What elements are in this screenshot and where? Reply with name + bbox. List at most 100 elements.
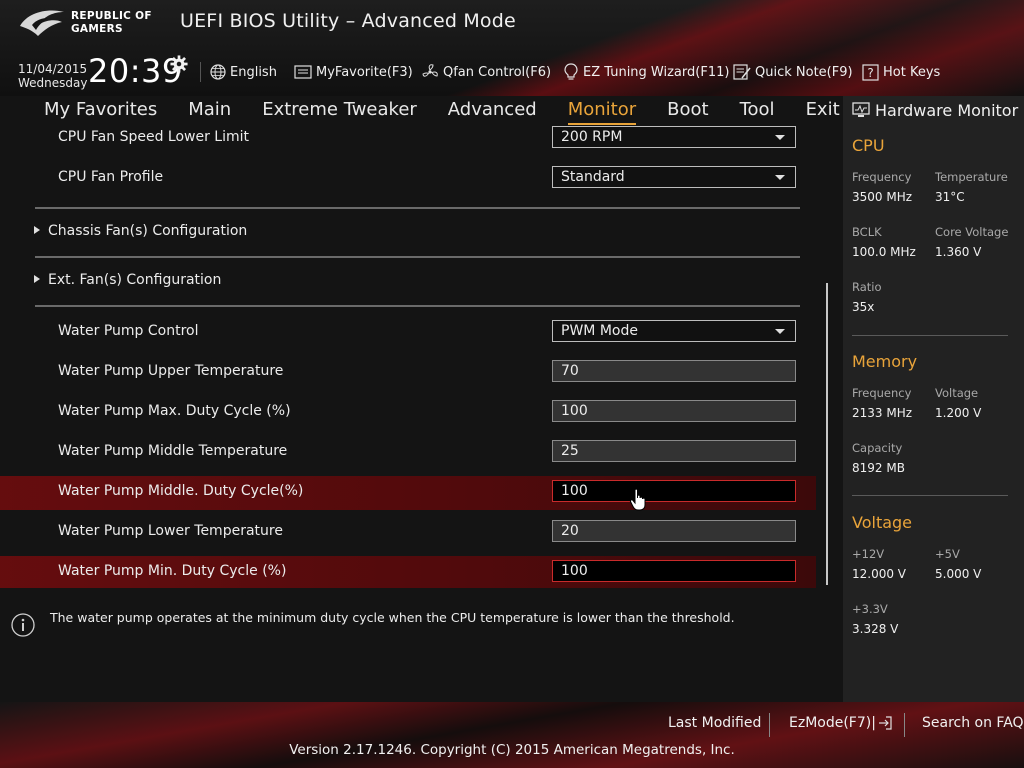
bclk-label: BCLK bbox=[852, 225, 882, 239]
hardware-monitor-panel: Hardware Monitor CPU Frequency Temperatu… bbox=[843, 96, 1024, 702]
header-bar: REPUBLIC OF GAMERS UEFI BIOS Utility – A… bbox=[0, 0, 1024, 96]
core-voltage-label: Core Voltage bbox=[935, 225, 1009, 239]
memory-voltage-label: Voltage bbox=[935, 386, 979, 400]
footer-bar: Last Modified EzMode(F7)| Search on FAQ … bbox=[0, 702, 1024, 768]
v33-label: +3.3V bbox=[852, 602, 888, 616]
date-display: 11/04/2015 Wednesday bbox=[18, 62, 87, 90]
note-icon bbox=[733, 64, 751, 80]
tab-advanced[interactable]: Advanced bbox=[448, 99, 537, 125]
tab-my-favorites[interactable]: My Favorites bbox=[44, 99, 157, 125]
chevron-down-icon bbox=[775, 175, 785, 180]
tab-boot[interactable]: Boot bbox=[667, 99, 708, 125]
hot-keys-button[interactable]: ? Hot Keys bbox=[862, 62, 940, 82]
cpu-frequency-label: Frequency bbox=[852, 170, 912, 184]
bclk-value: 100.0 MHz bbox=[852, 245, 916, 259]
water-pump-upper-temperature-input[interactable]: 70 bbox=[552, 360, 796, 382]
water-pump-min-duty-cycle-input[interactable]: 100 bbox=[552, 560, 796, 582]
ratio-label: Ratio bbox=[852, 280, 882, 294]
setting-row-water-pump-max-duty-cycle: Water Pump Max. Duty Cycle (%) 100 bbox=[0, 396, 816, 430]
submenu-label: Ext. Fan(s) Configuration bbox=[48, 272, 222, 288]
toolbar-divider bbox=[200, 62, 201, 82]
content-scrollbar[interactable] bbox=[826, 283, 828, 585]
ext-fan-configuration-link[interactable]: Ext. Fan(s) Configuration bbox=[34, 272, 221, 292]
tab-main[interactable]: Main bbox=[188, 99, 231, 125]
memory-section-heading: Memory bbox=[852, 352, 918, 371]
setting-row-cpu-fan-speed-lower-limit: CPU Fan Speed Lower Limit 200 RPM bbox=[0, 126, 816, 156]
setting-row-water-pump-min-duty-cycle: Water Pump Min. Duty Cycle (%) 100 bbox=[0, 556, 816, 588]
v5-label: +5V bbox=[935, 547, 960, 561]
gear-icon[interactable] bbox=[170, 55, 188, 73]
tab-extreme-tweaker[interactable]: Extreme Tweaker bbox=[262, 99, 417, 125]
setting-label: Water Pump Control bbox=[58, 323, 199, 339]
section-divider bbox=[35, 256, 800, 258]
memory-frequency-label: Frequency bbox=[852, 386, 912, 400]
tab-tool[interactable]: Tool bbox=[740, 99, 775, 125]
setting-label: Water Pump Min. Duty Cycle (%) bbox=[58, 563, 287, 579]
water-pump-control-select[interactable]: PWM Mode bbox=[552, 320, 796, 342]
v12-label: +12V bbox=[852, 547, 885, 561]
cpu-frequency-value: 3500 MHz bbox=[852, 190, 913, 204]
setting-label: Water Pump Middle Temperature bbox=[58, 443, 288, 459]
cpu-temperature-label: Temperature bbox=[935, 170, 1008, 184]
footer-divider bbox=[769, 713, 770, 737]
cpu-fan-profile-select[interactable]: Standard bbox=[552, 166, 796, 188]
exit-arrow-icon bbox=[878, 716, 892, 730]
qfan-control-button[interactable]: Qfan Control(F6) bbox=[421, 62, 551, 82]
day-text: Wednesday bbox=[18, 76, 88, 90]
ezmode-button[interactable]: EzMode(F7)| bbox=[789, 715, 892, 731]
myfavorite-button[interactable]: MyFavorite(F3) bbox=[294, 62, 413, 82]
setting-row-cpu-fan-profile: CPU Fan Profile Standard bbox=[0, 162, 816, 196]
ez-tuning-label: EZ Tuning Wizard(F11) bbox=[583, 64, 730, 80]
favorite-list-icon bbox=[294, 65, 312, 79]
chassis-fan-configuration-link[interactable]: Chassis Fan(s) Configuration bbox=[34, 223, 247, 243]
chevron-right-icon bbox=[34, 226, 40, 234]
water-pump-middle-duty-cycle-input[interactable]: 100 bbox=[552, 480, 796, 502]
hardware-monitor-title: Hardware Monitor bbox=[875, 100, 1019, 120]
submenu-label: Chassis Fan(s) Configuration bbox=[48, 223, 248, 239]
chevron-right-icon bbox=[34, 275, 40, 283]
setting-label: Water Pump Max. Duty Cycle (%) bbox=[58, 403, 291, 419]
language-button[interactable]: English bbox=[210, 62, 277, 82]
cpu-fan-speed-lower-limit-select[interactable]: 200 RPM bbox=[552, 126, 796, 148]
main-menu: My Favorites Main Extreme Tweaker Advanc… bbox=[44, 99, 871, 125]
section-divider bbox=[35, 207, 800, 209]
water-pump-max-duty-cycle-input[interactable]: 100 bbox=[552, 400, 796, 422]
help-key-icon: ? bbox=[862, 63, 879, 81]
select-value: 200 RPM bbox=[561, 129, 623, 145]
tab-monitor[interactable]: Monitor bbox=[567, 99, 637, 125]
globe-icon bbox=[210, 64, 226, 80]
hand-cursor-icon bbox=[629, 488, 646, 511]
fan-icon bbox=[422, 64, 438, 77]
memory-voltage-value: 1.200 V bbox=[935, 406, 982, 420]
cpu-section-heading: CPU bbox=[852, 136, 885, 155]
tab-exit[interactable]: Exit bbox=[806, 99, 840, 125]
select-value: PWM Mode bbox=[561, 323, 638, 339]
help-text: The water pump operates at the minimum d… bbox=[50, 610, 735, 625]
setting-row-water-pump-middle-duty-cycle: Water Pump Middle. Duty Cycle(%) 100 bbox=[0, 476, 816, 510]
setting-row-water-pump-middle-temperature: Water Pump Middle Temperature 25 bbox=[0, 436, 816, 470]
water-pump-middle-temperature-input[interactable]: 25 bbox=[552, 440, 796, 462]
last-modified-button[interactable]: Last Modified bbox=[668, 715, 761, 731]
footer-divider bbox=[904, 713, 905, 737]
last-modified-label: Last Modified bbox=[668, 715, 762, 731]
myfavorite-label: MyFavorite(F3) bbox=[316, 64, 413, 80]
core-voltage-value: 1.360 V bbox=[935, 245, 982, 259]
chevron-down-icon bbox=[775, 135, 785, 140]
setting-label: CPU Fan Profile bbox=[58, 169, 164, 185]
help-info-bar: The water pump operates at the minimum d… bbox=[0, 596, 840, 656]
lightbulb-icon bbox=[564, 63, 578, 80]
hardware-monitor-divider bbox=[852, 335, 1008, 336]
ratio-value: 35x bbox=[852, 300, 875, 314]
setting-label: CPU Fan Speed Lower Limit bbox=[58, 129, 250, 145]
app-title: UEFI BIOS Utility – Advanced Mode bbox=[180, 10, 516, 32]
setting-row-water-pump-upper-temperature: Water Pump Upper Temperature 70 bbox=[0, 356, 816, 390]
chevron-down-icon bbox=[775, 329, 785, 334]
water-pump-lower-temperature-input[interactable]: 20 bbox=[552, 520, 796, 542]
setting-label: Water Pump Middle. Duty Cycle(%) bbox=[58, 483, 304, 499]
settings-panel: CPU Fan Speed Lower Limit 200 RPM CPU Fa… bbox=[0, 126, 816, 588]
search-on-faq-button[interactable]: Search on FAQ bbox=[922, 715, 1024, 731]
ez-tuning-wizard-button[interactable]: EZ Tuning Wizard(F11) bbox=[563, 62, 729, 82]
search-faq-label: Search on FAQ bbox=[922, 715, 1024, 731]
rog-logo: REPUBLIC OF GAMERS bbox=[18, 6, 168, 40]
quick-note-button[interactable]: Quick Note(F9) bbox=[733, 62, 853, 82]
